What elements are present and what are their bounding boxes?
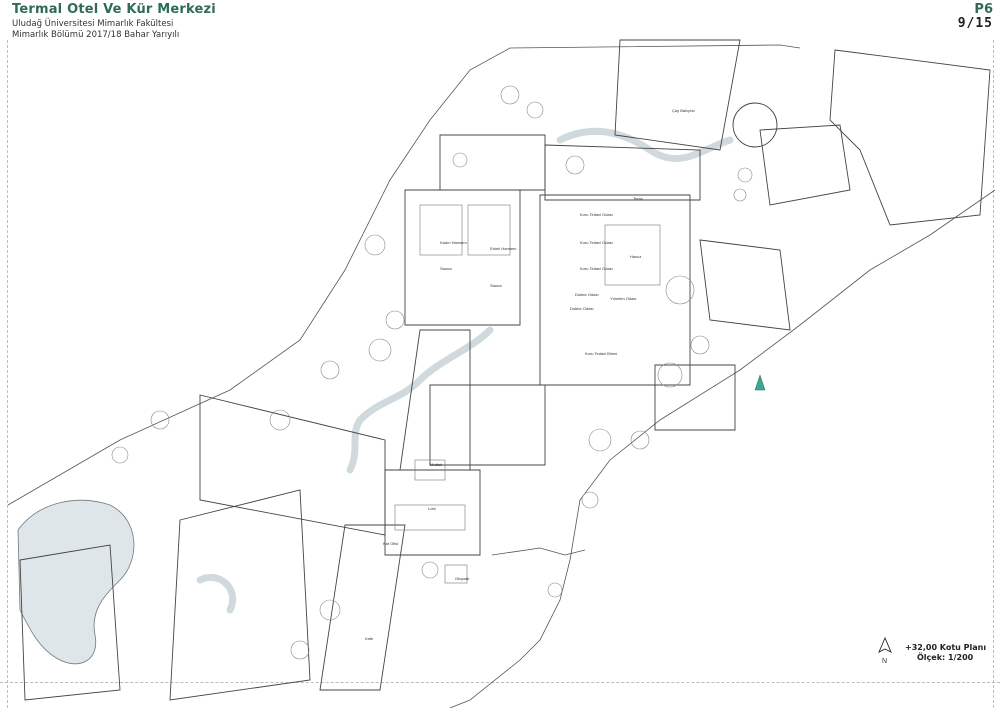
- west-roof: [199, 394, 386, 536]
- lobby-block: [384, 469, 481, 556]
- central-roof: [429, 384, 546, 466]
- plan-title: +32,00 Kotu Planı: [905, 643, 987, 652]
- room-label: Havuz: [630, 254, 641, 259]
- site-boundary-east: [449, 189, 996, 708]
- room-label: Otopark: [455, 576, 469, 581]
- site-north-arrow-icon: [754, 374, 766, 391]
- spa-block: [404, 189, 521, 326]
- east-block: [654, 364, 736, 431]
- legend-north-arrow-icon: [878, 636, 892, 653]
- north-wing-roof: [439, 134, 546, 191]
- room-label: Sauna: [490, 283, 502, 288]
- west-hall-1: [169, 489, 311, 701]
- room-label: Kuru Tedavi Odası: [580, 212, 613, 217]
- room-label: Kuru Tedavi Odası: [580, 266, 613, 271]
- site-plan-drawing: Çay Bahçesi Teras Kuru Tedavi Odası Kuru Te…: [7, 39, 996, 708]
- plan-scale: Ölçek: 1/200: [917, 653, 974, 662]
- service-block: [699, 239, 791, 331]
- room-label: Teras: [633, 196, 643, 201]
- drawing-sheet: Termal Otel Ve Kür Merkezi Uludağ Üniver…: [0, 0, 1000, 708]
- room-labels: Çay Bahçesi Teras Kuru Tedavi Odası Kuru Te…: [365, 108, 695, 641]
- pool-block: [539, 194, 691, 386]
- guest-wing: [319, 524, 406, 691]
- tea-garden: [614, 39, 741, 151]
- room-label: Lobi: [428, 506, 436, 511]
- north-label: N: [882, 658, 887, 665]
- roundabout: [732, 102, 778, 148]
- room-label: Kuru Tedavi Odası: [580, 240, 613, 245]
- room-label: Çay Bahçesi: [672, 108, 695, 113]
- room-label: Kat Ofisi: [383, 541, 398, 546]
- site-boundary: [7, 44, 801, 506]
- room-label: Kafe: [365, 636, 374, 641]
- room-label: Sauna: [440, 266, 452, 271]
- room-label: Yönetim Odası: [610, 296, 636, 301]
- room-label: Kuru Tedavi Birimi: [585, 351, 617, 356]
- kadin-hamami-room: [419, 204, 463, 256]
- room-label: Mutfak: [430, 462, 442, 467]
- north-terrace: [544, 144, 701, 201]
- room-label: Doktor Odası: [575, 292, 599, 297]
- stream: [196, 127, 734, 614]
- room-label: Kadın Hamamı: [440, 240, 467, 245]
- room-label: Doktor Odası: [570, 306, 594, 311]
- room-label: Erkek Hamamı: [490, 246, 516, 251]
- annex-building: [829, 49, 991, 226]
